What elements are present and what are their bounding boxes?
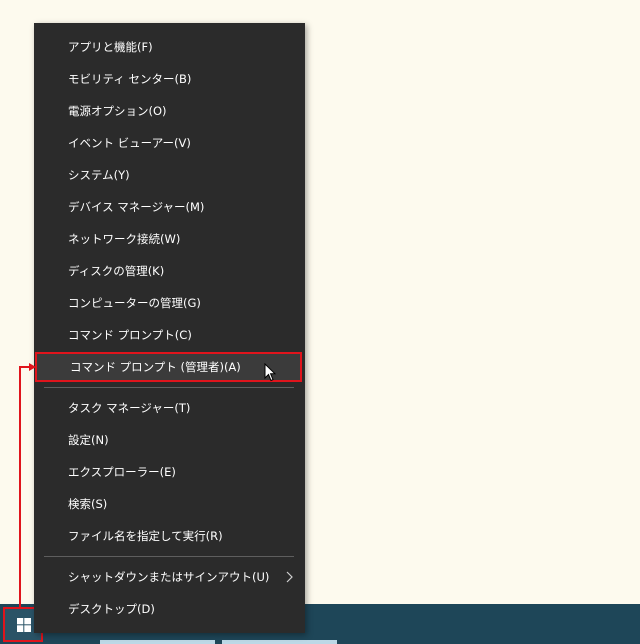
menu-item-event-viewer[interactable]: イベント ビューアー(V) (34, 128, 305, 158)
taskbar-app-indicator (222, 640, 337, 644)
annotation-arrow-line (19, 366, 21, 607)
menu-item-label: シャットダウンまたはサインアウト(U) (68, 570, 270, 584)
windows-logo-icon (17, 618, 31, 632)
menu-separator (44, 556, 294, 557)
menu-item-mobility-center[interactable]: モビリティ センター(B) (34, 64, 305, 94)
menu-item-apps-and-features[interactable]: アプリと機能(F) (34, 32, 305, 62)
menu-item-system[interactable]: システム(Y) (34, 160, 305, 190)
menu-item-desktop[interactable]: デスクトップ(D) (34, 594, 305, 624)
menu-item-shutdown-or-sign-out[interactable]: シャットダウンまたはサインアウト(U) (34, 562, 305, 592)
menu-item-command-prompt[interactable]: コマンド プロンプト(C) (34, 320, 305, 350)
menu-item-search[interactable]: 検索(S) (34, 489, 305, 519)
annotation-arrowhead (29, 363, 36, 371)
menu-item-power-options[interactable]: 電源オプション(O) (34, 96, 305, 126)
annotation-arrow-line (19, 366, 29, 368)
menu-item-task-manager[interactable]: タスク マネージャー(T) (34, 393, 305, 423)
menu-item-device-manager[interactable]: デバイス マネージャー(M) (34, 192, 305, 222)
quick-link-menu: アプリと機能(F) モビリティ センター(B) 電源オプション(O) イベント … (34, 23, 305, 633)
menu-item-computer-management[interactable]: コンピューターの管理(G) (34, 288, 305, 318)
menu-item-network-connections[interactable]: ネットワーク接続(W) (34, 224, 305, 254)
menu-item-command-prompt-admin[interactable]: コマンド プロンプト (管理者)(A) (35, 352, 302, 382)
menu-item-disk-management[interactable]: ディスクの管理(K) (34, 256, 305, 286)
menu-separator (44, 387, 294, 388)
taskbar-app-indicator (100, 640, 215, 644)
menu-item-explorer[interactable]: エクスプローラー(E) (34, 457, 305, 487)
menu-item-settings[interactable]: 設定(N) (34, 425, 305, 455)
mouse-pointer-icon (264, 362, 277, 386)
menu-item-run[interactable]: ファイル名を指定して実行(R) (34, 521, 305, 551)
